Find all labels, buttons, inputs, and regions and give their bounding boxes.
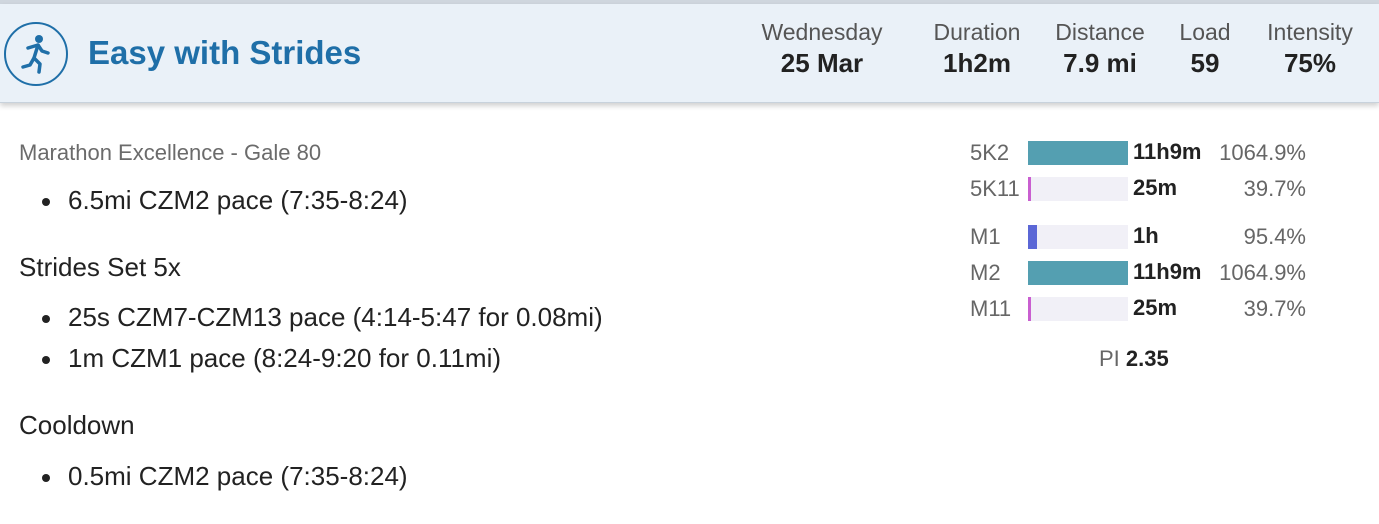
zone-label: 5K11 [970, 176, 1020, 201]
zone-label: M2 [970, 260, 1001, 285]
zone-bar-fill [1028, 141, 1128, 165]
zone-row-m1: M1 1h 95.4% [970, 220, 1330, 256]
zone-time: 25m [1133, 295, 1178, 320]
stat-label: Wednesday [761, 19, 883, 45]
stat-value: 25 Mar [780, 48, 864, 78]
stat-distance: Distance 7.9 mi [1052, 18, 1148, 80]
runner-icon [4, 22, 68, 86]
stat-value: 1h2m [943, 48, 1011, 78]
zone-label: 5K2 [970, 140, 1010, 165]
zone-time: 11h9m [1133, 259, 1202, 284]
zone-percent: 1064.9% [1219, 140, 1306, 165]
cooldown-section-title: Cooldown [19, 410, 135, 440]
strides-section-title: Strides Set 5x [19, 252, 181, 282]
zone-bar [1028, 141, 1128, 165]
stat-label: Intensity [1267, 19, 1353, 45]
stat-value: 59 [1190, 48, 1220, 78]
zone-percent: 1064.9% [1219, 260, 1306, 285]
stat-date: Wednesday 25 Mar [760, 18, 884, 80]
cooldown-step-list: 0.5mi CZM2 pace (7:35-8:24) [42, 456, 408, 497]
zone-time: 25m [1133, 175, 1178, 200]
zone-row-m2: M2 11h9m 1064.9% [970, 256, 1330, 292]
workout-title: Easy with Strides [88, 34, 362, 71]
zone-bar [1028, 297, 1128, 321]
list-item: 1m CZM1 pace (8:24-9:20 for 0.11mi) [42, 338, 603, 379]
zone-bar [1028, 261, 1128, 285]
zone-bar-fill [1028, 177, 1031, 201]
list-item: 6.5mi CZM2 pace (7:35-8:24) [42, 180, 408, 221]
plan-source: Marathon Excellence - Gale 80 [19, 140, 322, 165]
zone-percent: 95.4% [1243, 224, 1306, 249]
stat-load: Load 59 [1177, 18, 1233, 80]
zone-bar-fill [1028, 297, 1031, 321]
pi-label: PI [1099, 346, 1120, 371]
zone-bar-fill [1028, 225, 1037, 249]
zone-percent: 39.7% [1243, 176, 1306, 201]
zone-label: M1 [970, 224, 1001, 249]
zone-row-m11: M11 25m 39.7% [970, 292, 1330, 328]
strides-step-list: 25s CZM7-CZM13 pace (4:14-5:47 for 0.08m… [42, 297, 603, 379]
zone-percent: 39.7% [1243, 296, 1306, 321]
main-step-list: 6.5mi CZM2 pace (7:35-8:24) [42, 180, 408, 221]
pi-value: 2.35 [1125, 346, 1169, 371]
stat-value: 75% [1283, 48, 1337, 78]
zone-time: 11h9m [1133, 139, 1202, 164]
stat-label: Distance [1055, 19, 1145, 45]
zone-time: 1h [1133, 223, 1159, 248]
stat-duration: Duration 1h2m [930, 18, 1024, 80]
zone-bar [1028, 225, 1128, 249]
zone-row-5k11: 5K11 25m 39.7% [970, 172, 1330, 208]
zone-row-5k2: 5K2 11h9m 1064.9% [970, 136, 1330, 172]
list-item: 25s CZM7-CZM13 pace (4:14-5:47 for 0.08m… [42, 297, 603, 338]
list-item: 0.5mi CZM2 pace (7:35-8:24) [42, 456, 408, 497]
zone-bar-fill [1028, 261, 1128, 285]
stat-label: Duration [933, 19, 1021, 45]
performance-index: PI 2.35 [1099, 346, 1169, 372]
stat-value: 7.9 mi [1063, 48, 1137, 78]
stat-label: Load [1179, 19, 1231, 45]
workout-header: Easy with Strides Wednesday 25 Mar Durat… [0, 4, 1379, 103]
zone-bar [1028, 177, 1128, 201]
stat-intensity: Intensity 75% [1262, 18, 1358, 80]
zone-label: M11 [970, 296, 1012, 321]
